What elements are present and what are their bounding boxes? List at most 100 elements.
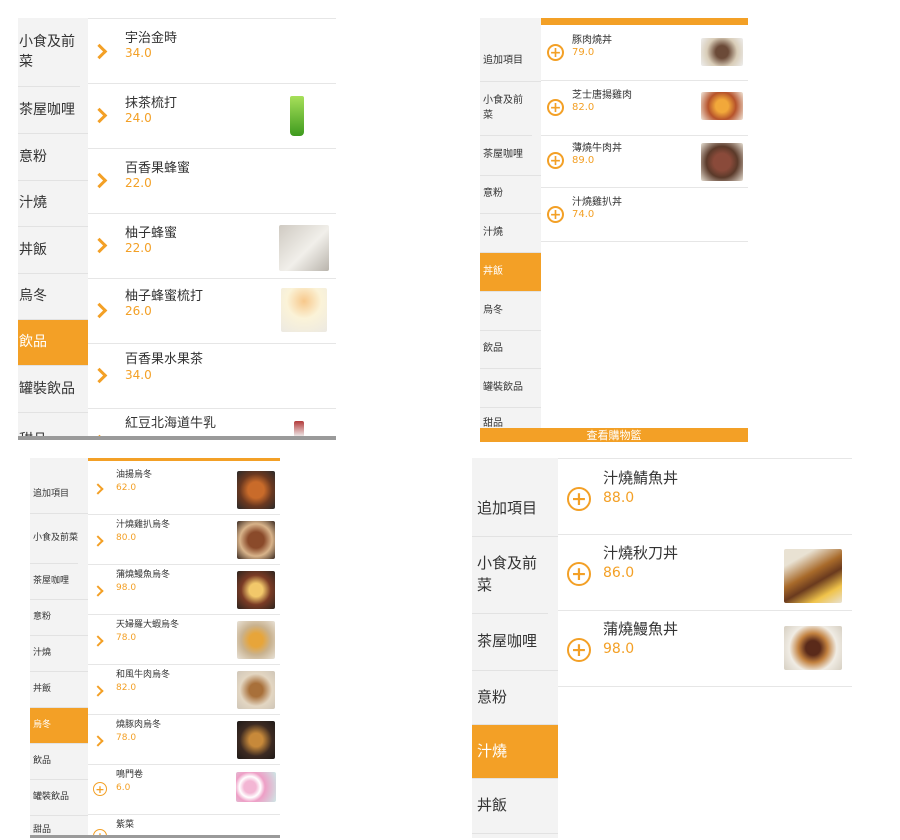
add-circle-icon[interactable]: + [547,44,564,61]
category-curry[interactable]: 茶屋咖哩 [18,87,88,134]
view-cart-bar[interactable]: 查看購物籃 [480,428,748,442]
item-photo-eel-bowl [784,626,842,670]
category-extras[interactable]: 追加項目 [30,476,88,514]
category-drinks[interactable]: 飲品 [30,744,88,780]
menu-item[interactable]: 燒豚肉烏冬 78.0 [88,715,280,765]
category-canned-drinks[interactable]: 罐裝飲品 [480,369,541,408]
item-name: 紫菜 [116,820,135,830]
category-label: 汁燒 [477,741,508,760]
chevron-right-icon [91,43,108,60]
category-sauce-grill[interactable]: 汁燒 [30,636,88,672]
category-canned-drinks[interactable]: 罐裝飲品 [18,366,88,413]
category-snacks[interactable]: 小食及前菜 [30,514,78,564]
category-label: 飲品 [483,343,503,355]
item-name: 柚子蜂蜜梳打 [125,289,204,304]
item-price: 22.0 [125,176,152,190]
category-pasta[interactable]: 意粉 [472,671,558,725]
item-photo-cheese-karaage [701,92,743,120]
item-price: 86.0 [603,565,635,581]
item-name: 蒲燒鰻魚烏冬 [116,570,171,580]
category-label: 罐裝飲品 [483,381,523,393]
category-rice-bowl[interactable]: 丼飯 [480,253,541,292]
menu-item[interactable]: 百香果水果茶 34.0 [88,344,336,409]
item-price: 82.0 [572,102,595,113]
add-circle-icon[interactable]: + [567,562,591,586]
menu-item[interactable]: + 汁燒秋刀丼 86.0 [558,535,852,611]
category-snacks[interactable]: 小食及前菜 [480,82,532,136]
add-circle-icon[interactable]: + [567,638,591,662]
category-curry[interactable]: 茶屋咖哩 [472,614,558,671]
category-rice-bowl[interactable]: 丼飯 [18,227,88,274]
chevron-right-icon [91,107,108,124]
menu-item[interactable]: 和風牛肉烏冬 82.0 [88,665,280,715]
add-circle-icon[interactable]: + [547,206,564,223]
category-snacks[interactable]: 小食及前菜 [472,537,548,614]
menu-item[interactable]: 柚子蜂蜜梳打 26.0 [88,279,336,344]
category-drinks[interactable]: 飲品 [18,320,88,366]
bottom-cart-bar-edge [30,835,280,838]
item-photo-pork-udon [237,721,275,759]
item-price: 78.0 [116,733,137,743]
category-extras[interactable]: 追加項目 [472,482,558,537]
category-pasta[interactable]: 意粉 [30,600,88,636]
category-curry[interactable]: 茶屋咖哩 [480,136,541,176]
category-extras[interactable]: 追加項目 [480,42,541,82]
category-pasta[interactable]: 意粉 [18,134,88,181]
category-sauce-grill[interactable]: 汁燒 [18,181,88,227]
category-drinks[interactable]: 飲品 [480,331,541,369]
item-name: 百香果蜂蜜 [125,161,191,176]
chevron-right-icon [92,585,104,597]
category-label: 小食及前菜 [483,95,523,121]
category-rice-bowl[interactable]: 丼飯 [30,672,88,708]
add-circle-icon[interactable]: + [567,487,591,511]
add-circle-icon[interactable]: + [547,99,564,116]
menu-item[interactable]: 柚子蜂蜜 22.0 [88,214,336,279]
category-label: 汁燒 [19,195,47,212]
menu-item[interactable]: 汁燒雞扒烏冬 80.0 [88,515,280,565]
add-circle-icon[interactable]: + [93,782,107,796]
menu-item[interactable]: + 鳴門卷 6.0 [88,765,280,815]
item-price: 82.0 [116,683,137,693]
category-curry[interactable]: 茶屋咖哩 [30,564,88,600]
menu-item[interactable]: 天婦羅大蝦烏冬 78.0 [88,615,280,665]
category-udon[interactable]: 烏冬 [18,274,88,320]
category-rice-bowl[interactable]: 丼飯 [472,779,558,834]
item-name: 抹茶梳打 [125,96,178,111]
item-photo-abura-udon [237,471,275,509]
category-label: 罐裝飲品 [19,380,75,397]
menu-item[interactable]: + 薄燒牛肉丼 89.0 [541,136,748,188]
category-sidebar: 小食及前菜 茶屋咖哩 意粉 汁燒 丼飯 烏冬 飲品 罐裝飲品 甜品 [18,18,88,440]
category-canned-drinks[interactable]: 罐裝飲品 [30,780,88,816]
category-label: 追加項目 [33,488,70,499]
category-udon[interactable]: 烏冬 [480,292,541,331]
category-label: 意粉 [483,188,503,200]
menu-item[interactable]: 抹茶梳打 24.0 [88,84,336,149]
category-label: 小食及前菜 [33,532,79,543]
item-photo-beef-bowl [701,143,743,181]
item-name: 芝士唐揚雞肉 [572,90,632,101]
chevron-right-icon [91,172,108,189]
menu-item[interactable]: 油揚烏冬 62.0 [88,461,280,515]
item-name: 和風牛肉烏冬 [116,670,171,680]
add-circle-icon[interactable]: + [547,152,564,169]
menu-item[interactable]: + 蒲燒鰻魚丼 98.0 [558,611,852,687]
menu-item[interactable]: 宇治金時 34.0 [88,18,336,84]
category-sauce-grill[interactable]: 汁燒 [472,725,558,779]
item-name: 薄燒牛肉丼 [572,143,622,154]
item-price: 26.0 [125,304,152,318]
menu-item[interactable]: + 汁燒鯖魚丼 88.0 [558,458,852,535]
item-photo-tempura-udon [237,621,275,659]
category-label: 烏冬 [483,304,503,316]
menu-item[interactable]: 百香果蜂蜜 22.0 [88,149,336,214]
category-label: 茶屋咖哩 [19,101,75,118]
category-udon[interactable]: 烏冬 [30,708,88,744]
chevron-right-icon [91,237,108,254]
menu-item[interactable]: + 芝士唐揚雞肉 82.0 [541,81,748,136]
menu-item[interactable]: + 豚肉燒丼 79.0 [541,25,748,81]
category-pasta[interactable]: 意粉 [480,176,541,214]
category-snacks[interactable]: 小食及前菜 [18,18,80,87]
category-sauce-grill[interactable]: 汁燒 [480,214,541,253]
menu-item[interactable]: + 汁燒雞扒丼 74.0 [541,188,748,242]
menu-item[interactable]: 蒲燒鰻魚烏冬 98.0 [88,565,280,615]
category-label: 丼飯 [19,241,47,258]
